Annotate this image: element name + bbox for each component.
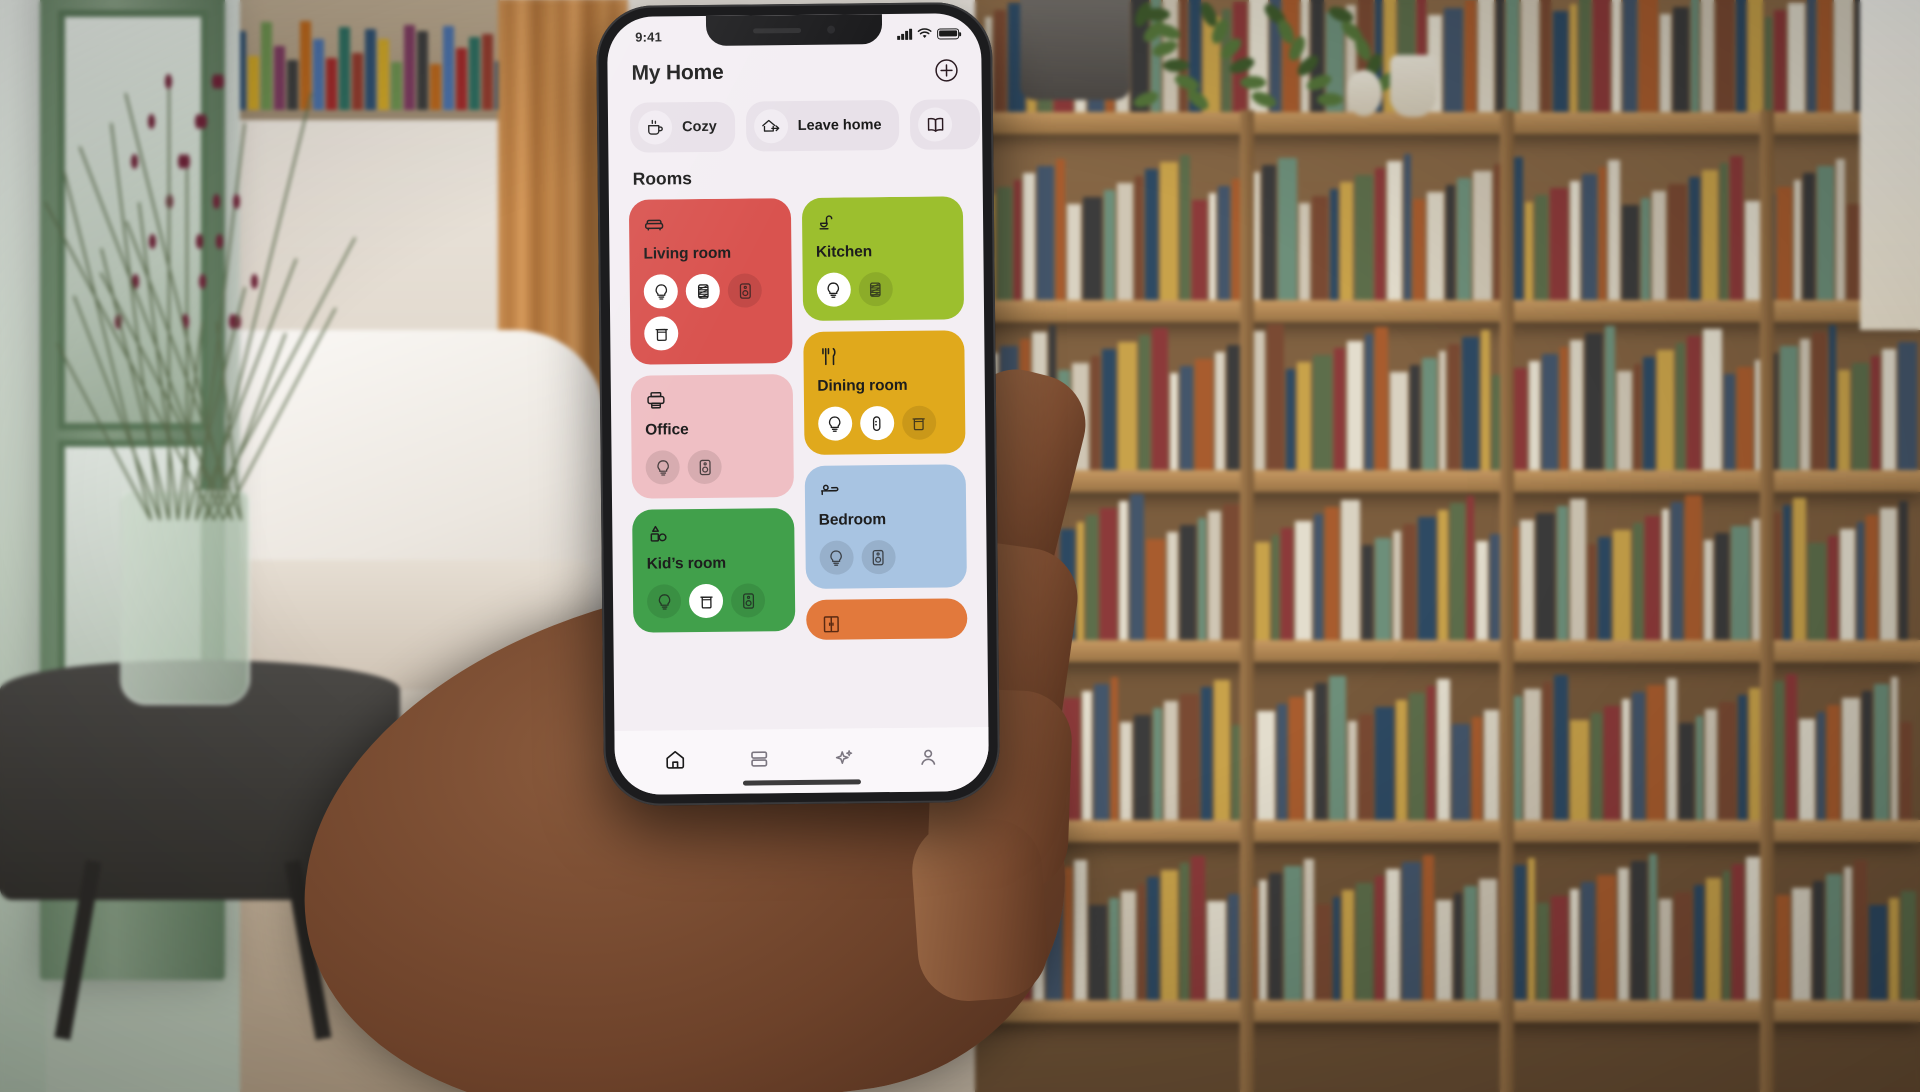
background-plant [1130,0,1399,130]
scene-label: Leave home [797,117,882,134]
room-card[interactable]: Bedroom [804,464,967,589]
device-toggle-light-bulb[interactable] [646,584,682,619]
status-bar-icons [897,27,960,40]
room-device-list [817,405,953,441]
background-vase [120,490,250,705]
scene-label: Cozy [682,118,717,136]
photo-background: 9:41 My Home Cozy Leave home Rooms Livin… [0,0,1920,1092]
room-name: Bedroom [818,511,887,529]
smartphone-device: 9:41 My Home Cozy Leave home Rooms Livin… [595,1,1001,807]
room-card[interactable] [805,598,968,640]
scene-chip-reading[interactable] [910,99,981,150]
section-heading-rooms: Rooms [632,168,693,189]
device-toggle-air-purifier[interactable] [901,405,936,440]
rooms-column-left: Living room Office Kid’s room [628,198,795,633]
tab-automations[interactable] [824,737,864,777]
room-card[interactable]: Kid’s room [632,508,795,633]
device-toggle-sensor[interactable] [859,405,894,441]
background-vase-right [1346,70,1382,116]
background-lamp [1020,0,1130,100]
wardrobe-icon [820,611,955,636]
ladle-icon [815,209,950,234]
fork-knife-icon [817,343,952,368]
room-device-list [816,271,951,307]
scene-chip-leave-home[interactable]: Leave home [745,99,900,152]
book-icon [918,107,953,142]
room-card[interactable]: Dining room [802,330,966,455]
toy-blocks-icon [646,521,781,546]
background-vase-right [1390,55,1436,117]
cellular-signal-icon [897,28,913,40]
room-name: Living room [643,244,732,263]
room-name: Kitchen [815,243,873,261]
device-toggle-light-bulb[interactable] [817,406,852,441]
scenes-strip[interactable]: Cozy Leave home [608,89,983,163]
device-toggle-blinds[interactable] [858,272,893,307]
device-toggle-blinds[interactable] [685,273,720,309]
device-toggle-air-purifier[interactable] [644,316,679,351]
device-toggle-light-bulb[interactable] [645,450,680,485]
front-camera [827,25,836,34]
phone-notch [705,14,883,46]
room-card[interactable]: Kitchen [801,196,965,321]
room-device-list [646,583,782,619]
app-header: My Home [607,47,981,93]
room-device-list [645,449,780,485]
plus-circle-icon[interactable] [933,57,959,83]
room-device-list [818,539,954,575]
tab-home[interactable] [655,739,695,779]
device-toggle-speaker[interactable] [727,273,762,308]
status-bar-time: 9:41 [635,28,663,45]
device-toggle-air-purifier[interactable] [688,583,724,619]
device-toggle-light-bulb[interactable] [643,274,678,309]
house-arrow-icon [753,109,788,144]
rooms-column-right: Kitchen Dining room Bedroom [801,196,968,640]
tab-profile[interactable] [908,736,948,776]
coffee-cup-icon [637,110,673,145]
scene-chip-cozy[interactable]: Cozy [629,101,736,153]
device-toggle-speaker[interactable] [687,449,722,485]
device-toggle-speaker[interactable] [730,583,766,618]
page-title: My Home [631,60,724,85]
home-indicator [742,779,861,786]
battery-icon [937,27,960,40]
room-name: Kid’s room [646,554,727,573]
room-name: Dining room [817,376,908,395]
room-device-list [643,273,779,351]
tab-devices[interactable] [739,738,779,778]
printer-icon [645,387,780,412]
device-toggle-light-bulb[interactable] [818,540,854,575]
earpiece-speaker [753,27,802,33]
room-card[interactable]: Living room [628,198,793,365]
device-toggle-speaker[interactable] [860,539,896,575]
sofa-icon [643,211,778,236]
background-right-window [1860,0,1920,330]
bed-icon [818,477,953,502]
wifi-icon [917,28,932,40]
device-toggle-light-bulb[interactable] [816,272,851,307]
room-card[interactable]: Office [630,374,794,499]
phone-screen: 9:41 My Home Cozy Leave home Rooms Livin… [606,13,990,795]
rooms-grid: Living room Office Kid’s room Kitchen Dinin… [628,196,968,641]
room-name: Office [645,421,689,439]
rooms-scroll-area[interactable]: Living room Office Kid’s room Kitchen Dinin… [609,196,989,731]
bottom-tab-bar[interactable] [614,727,990,795]
